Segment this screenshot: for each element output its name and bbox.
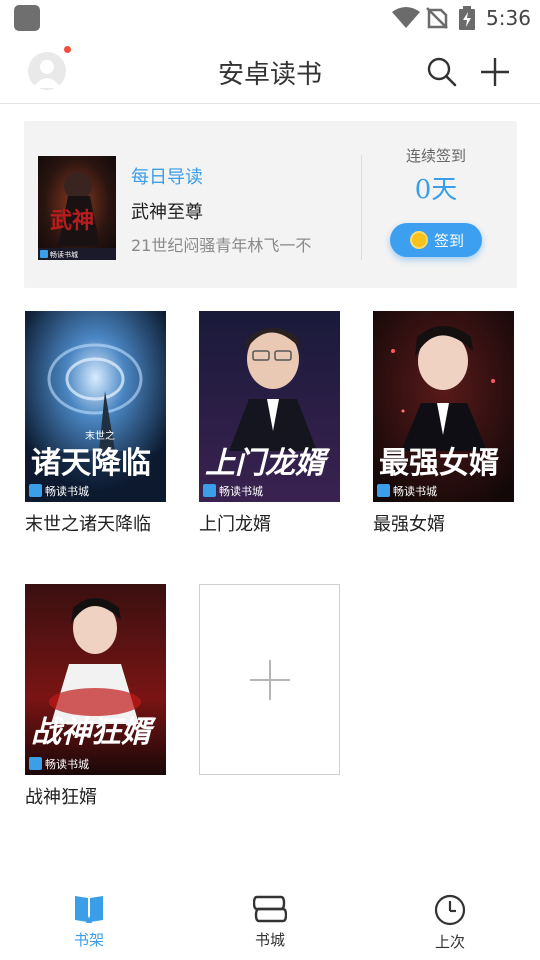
- cover-brand: 畅读书城: [45, 484, 89, 498]
- status-time: 5:36: [486, 6, 531, 30]
- book-title: 末世之诸天降临: [25, 514, 151, 535]
- top-app-bar: 安卓读书: [0, 36, 540, 104]
- nav-bookstore[interactable]: 书城: [225, 894, 315, 950]
- cover-title: 最强女婿: [379, 446, 499, 481]
- cover-brand: 畅读书城: [393, 484, 437, 498]
- nav-last-read-label: 上次: [434, 933, 465, 951]
- cover-subtitle: 末世之: [85, 429, 115, 442]
- app-notification-icon: [14, 5, 40, 31]
- sign-streak-label: 连续签到: [405, 147, 466, 165]
- daily-guide-card[interactable]: 武神 畅读书城 每日导读 武神至尊 21世纪闷骚青年林飞一不 连续签到 0天 签…: [24, 121, 517, 288]
- book-cover[interactable]: 战神狂婿 畅读书城: [25, 584, 166, 775]
- daily-book-title: 武神至尊: [131, 202, 203, 223]
- book-cover[interactable]: 最强女婿 畅读书城: [373, 311, 514, 502]
- plus-icon: [250, 660, 290, 700]
- cover-title: 诸天降临: [31, 446, 151, 481]
- add-book-tile[interactable]: [199, 584, 340, 775]
- coin-icon: [410, 231, 428, 249]
- nav-bookshelf[interactable]: 书架: [44, 894, 134, 950]
- book-cover[interactable]: 上门龙婿 畅读书城: [199, 311, 340, 502]
- no-sim-icon: [426, 7, 448, 29]
- bottom-navigation: 书架 书城 上次: [0, 880, 540, 960]
- shelf-book[interactable]: 末世之 诸天降临 畅读书城 末世之诸天降临: [25, 311, 166, 536]
- sign-streak-count: 0天: [414, 175, 458, 205]
- book-title: 战神狂婿: [25, 787, 97, 808]
- shelf-book[interactable]: 最强女婿 畅读书城 最强女婿: [373, 311, 514, 536]
- daily-book-cover[interactable]: 武神 畅读书城: [38, 156, 116, 260]
- bookstore-icon: [253, 895, 287, 923]
- sign-in-button[interactable]: 签到: [390, 223, 482, 257]
- shelf-book[interactable]: 上门龙婿 畅读书城 上门龙婿: [199, 311, 340, 536]
- cover-brand: 畅读书城: [219, 484, 263, 498]
- nav-last-read[interactable]: 上次: [405, 894, 495, 952]
- sign-in-label: 签到: [434, 232, 465, 250]
- shelf-book[interactable]: 战神狂婿 畅读书城 战神狂婿: [25, 584, 166, 809]
- cover-title: 上门龙婿: [205, 446, 331, 481]
- daily-cover-title: 武神: [50, 208, 94, 234]
- card-divider: [361, 155, 362, 260]
- search-icon[interactable]: [427, 57, 457, 87]
- book-cover[interactable]: 末世之 诸天降临 畅读书城: [25, 311, 166, 502]
- daily-cover-brand: 畅读书城: [50, 250, 78, 259]
- status-bar: 5:36: [0, 0, 540, 36]
- book-title: 上门龙婿: [199, 514, 271, 535]
- notification-dot: [64, 46, 71, 53]
- cover-brand: 畅读书城: [45, 757, 89, 771]
- cover-title: 战神狂婿: [31, 715, 157, 750]
- battery-charging-icon: [459, 6, 475, 30]
- bookshelf-icon: [75, 896, 103, 923]
- add-icon[interactable]: [480, 57, 510, 87]
- page-title: 安卓读书: [217, 60, 322, 90]
- clock-icon: [434, 894, 466, 926]
- nav-bookshelf-label: 书架: [73, 931, 104, 949]
- nav-bookstore-label: 书城: [254, 931, 285, 949]
- daily-book-description: 21世纪闷骚青年林飞一不: [131, 236, 312, 255]
- daily-guide-tag: 每日导读: [131, 167, 203, 188]
- book-title: 最强女婿: [373, 514, 445, 535]
- wifi-icon: [392, 7, 420, 28]
